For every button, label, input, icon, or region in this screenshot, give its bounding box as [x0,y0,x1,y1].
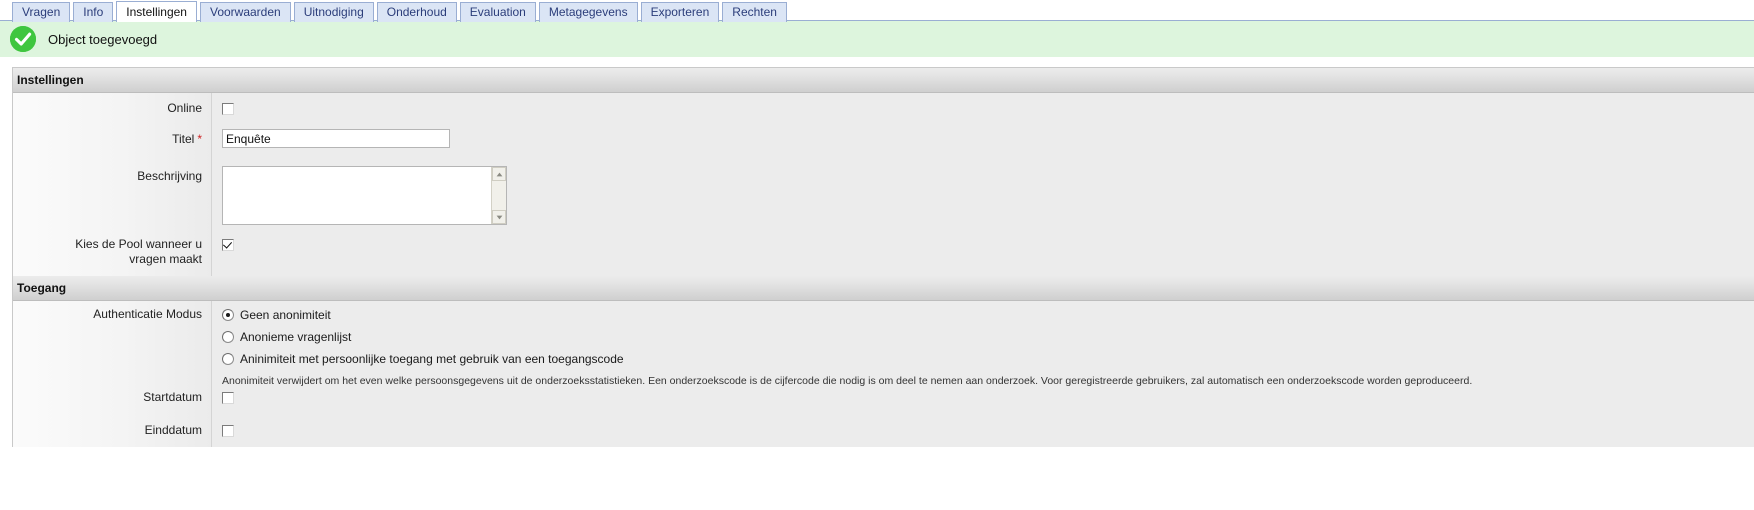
scroll-down-arrow-icon[interactable] [492,210,506,224]
tab-uitnodiging[interactable]: Uitnodiging [293,2,374,22]
label-pool-line2: vragen maakt [129,252,202,266]
row-field-online [212,93,1754,115]
tab-exporteren[interactable]: Exporteren [640,2,720,22]
radio-option-geen-anonimiteit[interactable]: Geen anonimiteit [222,304,1754,326]
radio-option-anonieme-vragenlijst[interactable]: Anonieme vragenlijst [222,326,1754,348]
row-titel: Titel * [13,128,1754,161]
radio-label-anonieme-vragenlijst: Anonieme vragenlijst [240,330,352,344]
scroll-up-arrow-icon[interactable] [492,167,506,181]
label-online: Online [167,101,202,115]
tab-voorwaarden[interactable]: Voorwaarden [199,2,291,22]
row-field-startdatum [212,384,1754,404]
einddatum-checkbox[interactable] [222,424,234,437]
row-label-titel: Titel * [13,128,212,161]
settings-form-panel: Instellingen Online Titel* Beschrijving [12,67,1754,447]
access-rows: Authenticatie Modus Geen anonimiteit Ano… [13,301,1754,447]
row-beschrijving: Beschrijving [13,161,1754,232]
tab-metagegevens[interactable]: Metagegevens [538,2,638,22]
beschrijving-textarea[interactable] [223,167,491,224]
beschrijving-textarea-wrapper [222,166,507,225]
success-check-icon [10,26,36,52]
row-authenticatie-modus: Authenticatie Modus Geen anonimiteit Ano… [13,301,1754,387]
success-message-bar: Object toegevoegd [0,21,1754,58]
tab-rechten[interactable]: Rechten [722,2,787,22]
pool-checkbox[interactable] [222,238,234,251]
tab-instellingen[interactable]: Instellingen [116,1,197,22]
row-field-einddatum [212,417,1754,437]
row-pool: Kies de Pool wanneer u vragen maakt [13,232,1754,276]
section-header-toegang: Toegang [13,276,1754,301]
titel-input[interactable] [222,129,450,148]
beschrijving-scrollbar[interactable] [491,167,506,224]
tab-bar: Vragen Info Instellingen Voorwaarden Uitnodi… [0,0,1754,22]
radio-label-anonimiteit-toegangscode: Aninimiteit met persoonlijke toegang met… [240,352,624,366]
section-header-instellingen: Instellingen [13,68,1754,93]
label-einddatum: Einddatum [144,423,202,437]
row-label-authenticatie-modus: Authenticatie Modus [13,301,212,384]
row-label-einddatum: Einddatum [13,417,212,447]
success-message-text: Object toegevoegd [48,31,158,47]
row-einddatum: Einddatum [13,417,1754,447]
row-label-startdatum: Startdatum [13,384,212,417]
label-pool-line1: Kies de Pool wanneer u [75,237,202,251]
radio-geen-anonimiteit-icon[interactable] [222,309,234,321]
titel-required-marker: * [197,132,202,146]
radio-label-geen-anonimiteit: Geen anonimiteit [240,308,331,322]
radio-option-anonimiteit-toegangscode[interactable]: Aninimiteit met persoonlijke toegang met… [222,348,1754,370]
row-startdatum: Startdatum [13,384,1754,417]
row-field-titel [212,128,1754,148]
label-authenticatie-modus: Authenticatie Modus [93,307,202,321]
row-label-pool: Kies de Pool wanneer u vragen maakt [13,232,212,276]
row-field-beschrijving [212,161,1754,225]
tab-onderhoud[interactable]: Onderhoud [376,2,457,22]
row-label-beschrijving: Beschrijving [13,161,212,232]
row-label-online: Online [13,93,212,128]
label-beschrijving: Beschrijving [137,169,202,183]
online-checkbox[interactable] [222,102,234,115]
label-startdatum: Startdatum [143,390,202,404]
row-online: Online [13,93,1754,128]
startdatum-checkbox[interactable] [222,391,234,404]
settings-rows: Online Titel* Beschrijving [13,93,1754,276]
tab-info[interactable]: Info [73,2,114,22]
tab-evaluation[interactable]: Evaluation [459,2,536,22]
radio-anonimiteit-toegangscode-icon[interactable] [222,353,234,365]
row-field-pool [212,232,1754,251]
radio-anonieme-vragenlijst-icon[interactable] [222,331,234,343]
label-titel: Titel [172,132,195,146]
row-field-authenticatie-modus: Geen anonimiteit Anonieme vragenlijst An… [212,301,1754,388]
tab-vragen[interactable]: Vragen [12,2,71,22]
